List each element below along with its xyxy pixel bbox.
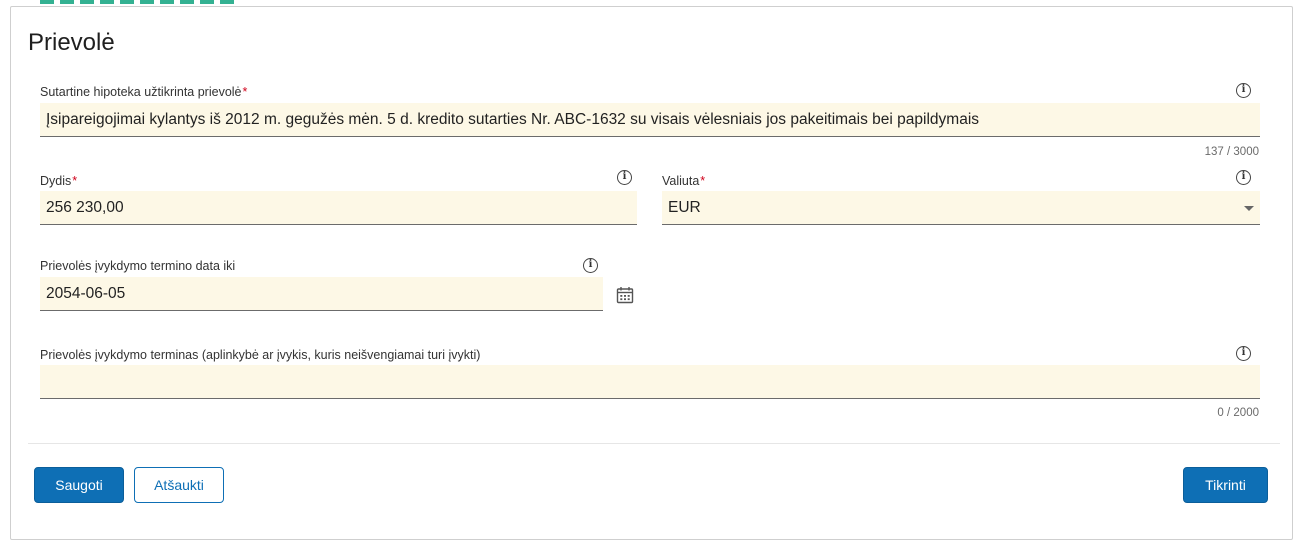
due-term-field[interactable]: [40, 365, 1260, 399]
info-icon[interactable]: i: [1236, 346, 1251, 361]
currency-label: Valiuta*: [662, 174, 706, 188]
obligation-card: Prievolė Sutartine hipoteka užtikrinta p…: [10, 6, 1293, 540]
info-icon[interactable]: i: [583, 258, 598, 273]
required-mark: *: [700, 174, 706, 188]
obligation-label: Sutartine hipoteka užtikrinta prievolė*: [40, 85, 248, 99]
required-mark: *: [72, 174, 78, 188]
currency-value: EUR: [668, 198, 701, 216]
section-title: Prievolė: [28, 29, 115, 56]
due-term-char-counter: 0 / 2000: [1217, 407, 1259, 419]
cancel-button[interactable]: Atšaukti: [134, 467, 224, 503]
due-date-label: Prievolės įvykdymo termino data iki: [40, 259, 236, 273]
calendar-icon[interactable]: [616, 286, 634, 304]
info-icon[interactable]: i: [617, 170, 632, 185]
chevron-down-icon: [1244, 206, 1254, 211]
info-icon[interactable]: i: [1236, 83, 1251, 98]
info-icon[interactable]: i: [1236, 170, 1251, 185]
save-button[interactable]: Saugoti: [34, 467, 124, 503]
due-date-field[interactable]: 2054-06-05: [40, 277, 603, 311]
due-term-label: Prievolės įvykdymo terminas (aplinkybė a…: [40, 348, 481, 362]
amount-label: Dydis*: [40, 174, 78, 188]
check-button[interactable]: Tikrinti: [1183, 467, 1268, 503]
obligation-char-counter: 137 / 3000: [1204, 146, 1259, 158]
currency-select[interactable]: EUR: [662, 191, 1260, 225]
required-mark: *: [242, 85, 248, 99]
amount-value: 256 230,00: [46, 198, 124, 216]
obligation-field[interactable]: Įsipareigojimai kylantys iš 2012 m. gegu…: [40, 103, 1260, 137]
top-accent-strip: [40, 0, 270, 5]
obligation-value: Įsipareigojimai kylantys iš 2012 m. gegu…: [46, 110, 980, 128]
due-date-value: 2054-06-05: [46, 284, 126, 302]
amount-field[interactable]: 256 230,00: [40, 191, 637, 225]
divider: [28, 443, 1280, 444]
